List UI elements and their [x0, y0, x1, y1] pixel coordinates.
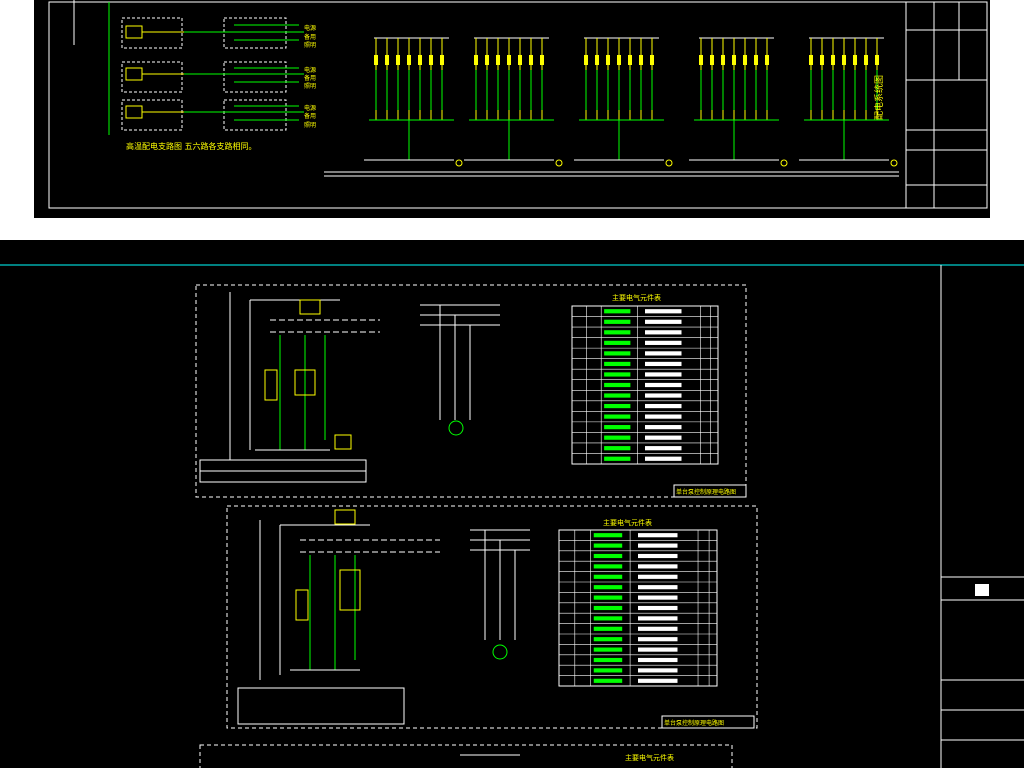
table-row [593, 553, 623, 559]
sheet-frame [48, 1, 988, 209]
table-row [604, 382, 631, 388]
feeder-label: 备用 [304, 33, 316, 41]
table-row [604, 435, 631, 440]
table-row [593, 647, 623, 652]
table-row [593, 564, 623, 569]
table-row [604, 393, 631, 398]
table3-title: 主要电气元件表 [625, 753, 674, 762]
table-row [604, 309, 631, 314]
bottom-drawing-sheet: 主要电气元件表 单台泵控制原理电路图 主要电气元件表 单台泵控制原理电路图 主要… [0, 240, 1024, 768]
table2-title: 主要电气元件表 [603, 518, 652, 527]
table-row [604, 330, 631, 335]
table-row [604, 403, 631, 409]
bottom-schematic-canvas: 主要电气元件表 单台泵控制原理电路图 主要电气元件表 单台泵控制原理电路图 主要… [0, 264, 1024, 768]
distribution-board [464, 37, 563, 167]
table-row [604, 372, 631, 377]
table-row [593, 595, 623, 600]
control-diagram-3: 主要电气元件表 [199, 744, 733, 768]
caption1: 单台泵控制原理电路图 [676, 488, 736, 496]
feeder-label: 照明 [304, 42, 316, 49]
distribution-board [689, 37, 788, 167]
table-row [604, 351, 631, 356]
table-row [593, 533, 623, 538]
feeder-label: 照明 [304, 122, 316, 129]
feeder-group-1 [121, 17, 304, 49]
table-row [593, 585, 623, 590]
feeder-label: 电源 [304, 104, 316, 112]
table-row [604, 340, 631, 345]
feeder-group-2 [121, 61, 304, 93]
table-row [593, 616, 623, 621]
table-row [593, 605, 623, 611]
distribution-board [364, 37, 463, 167]
vertical-title: 配电系统图 [873, 75, 885, 120]
table-row [604, 456, 631, 461]
top-drawing-sheet: 电源 备用 照明 电源 备用 照明 电源 备用 照明 高温配电支路图 五六路各支路相同。 配电系… [34, 0, 990, 218]
feeder-label: 备用 [304, 74, 316, 82]
table-row [593, 543, 623, 548]
table-row [593, 657, 623, 663]
note-text: 高温配电支路图 五六路各支路相同。 [126, 141, 257, 151]
table-row [604, 414, 631, 419]
feeder-label: 备用 [304, 112, 316, 120]
top-schematic-canvas: 电源备用照明电源备用照明电源备用照明 高温配电支路图 五六路各支路相同。 配电系… [48, 0, 988, 209]
title-block: 配电系统图 [873, 1, 988, 209]
table-row [593, 637, 623, 642]
right-title-strip [941, 576, 1024, 741]
feeder-label: 照明 [304, 83, 316, 90]
feeder-group-3 [121, 99, 304, 131]
caption2: 单台泵控制原理电路图 [664, 719, 724, 727]
table-row [604, 319, 631, 324]
control-diagram-2: 主要电气元件表 单台泵控制原理电路图 [226, 505, 758, 729]
table-row [604, 446, 631, 451]
table1-title: 主要电气元件表 [612, 293, 661, 302]
control-diagram-1: 主要电气元件表 单台泵控制原理电路图 [195, 284, 747, 498]
table-row [593, 626, 623, 631]
table-row [604, 425, 631, 430]
feeder-label: 电源 [304, 66, 316, 74]
table-row [593, 678, 623, 683]
table-row [593, 574, 623, 579]
table-row [604, 361, 631, 367]
feeder-label: 电源 [304, 24, 316, 32]
table-row [593, 668, 623, 673]
distribution-board [574, 37, 673, 167]
